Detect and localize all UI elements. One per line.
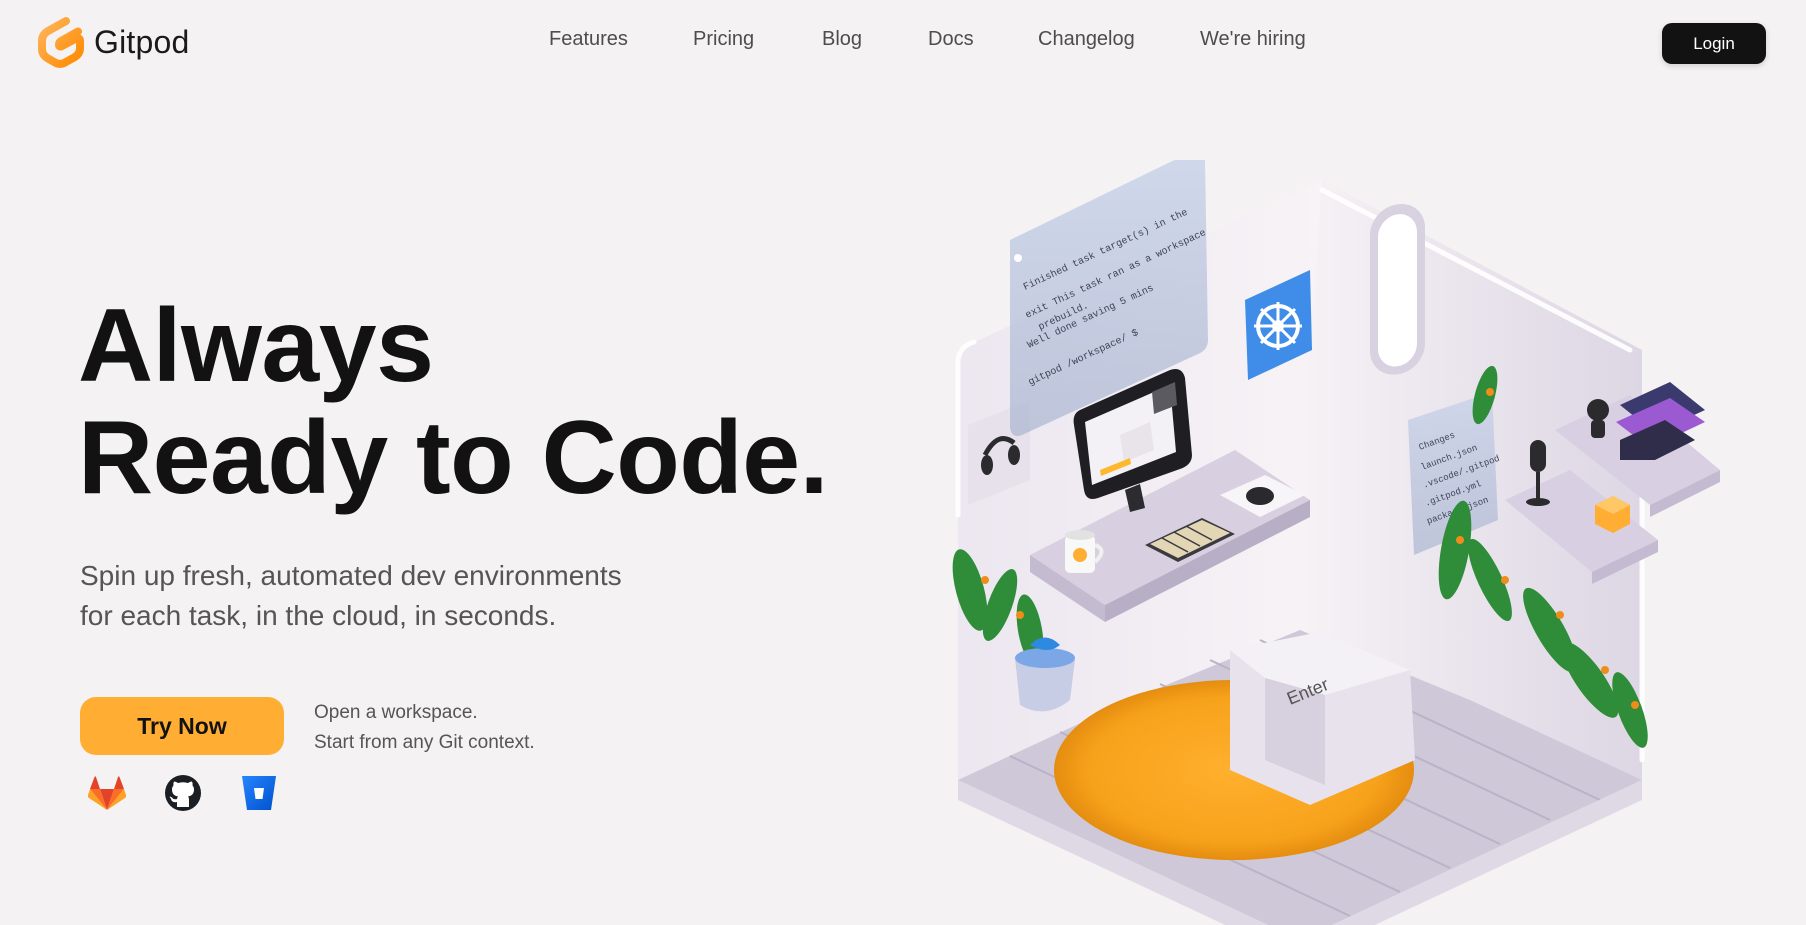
cta-note-line-1: Open a workspace.	[314, 702, 478, 723]
hero-subtitle-line-2: for each task, in the cloud, in seconds.	[80, 600, 557, 631]
bitbucket-icon[interactable]	[238, 772, 280, 814]
try-now-button[interactable]: Try Now	[80, 697, 284, 755]
nav-pricing[interactable]: Pricing	[693, 28, 754, 51]
main-nav: Features Pricing Blog Docs Changelog We'…	[0, 28, 1806, 60]
cta-note: Open a workspace. Start from any Git con…	[314, 698, 535, 758]
hero-subtitle: Spin up fresh, automated dev environment…	[80, 556, 720, 636]
github-icon[interactable]	[162, 772, 204, 814]
hero-title: Always Ready to Code.	[78, 288, 829, 516]
nav-docs[interactable]: Docs	[928, 28, 974, 51]
site-header: Gitpod Features Pricing Blog Docs Change…	[0, 0, 1806, 88]
nav-hiring[interactable]: We're hiring	[1200, 28, 1306, 51]
hero-title-line-1: Always	[78, 288, 434, 404]
hero-title-line-2: Ready to Code.	[78, 400, 829, 516]
room-window	[1370, 203, 1425, 375]
nav-changelog[interactable]: Changelog	[1038, 28, 1135, 51]
nav-blog[interactable]: Blog	[822, 28, 862, 51]
cta-note-line-2: Start from any Git context.	[314, 732, 535, 753]
login-button[interactable]: Login	[1662, 23, 1766, 64]
hero-subtitle-line-1: Spin up fresh, automated dev environment…	[80, 560, 622, 591]
git-providers	[86, 772, 280, 814]
gitlab-icon[interactable]	[86, 772, 128, 814]
hero-illustration: Enter Finished task target(s) in the exi…	[952, 160, 1720, 925]
nav-features[interactable]: Features	[549, 28, 628, 51]
